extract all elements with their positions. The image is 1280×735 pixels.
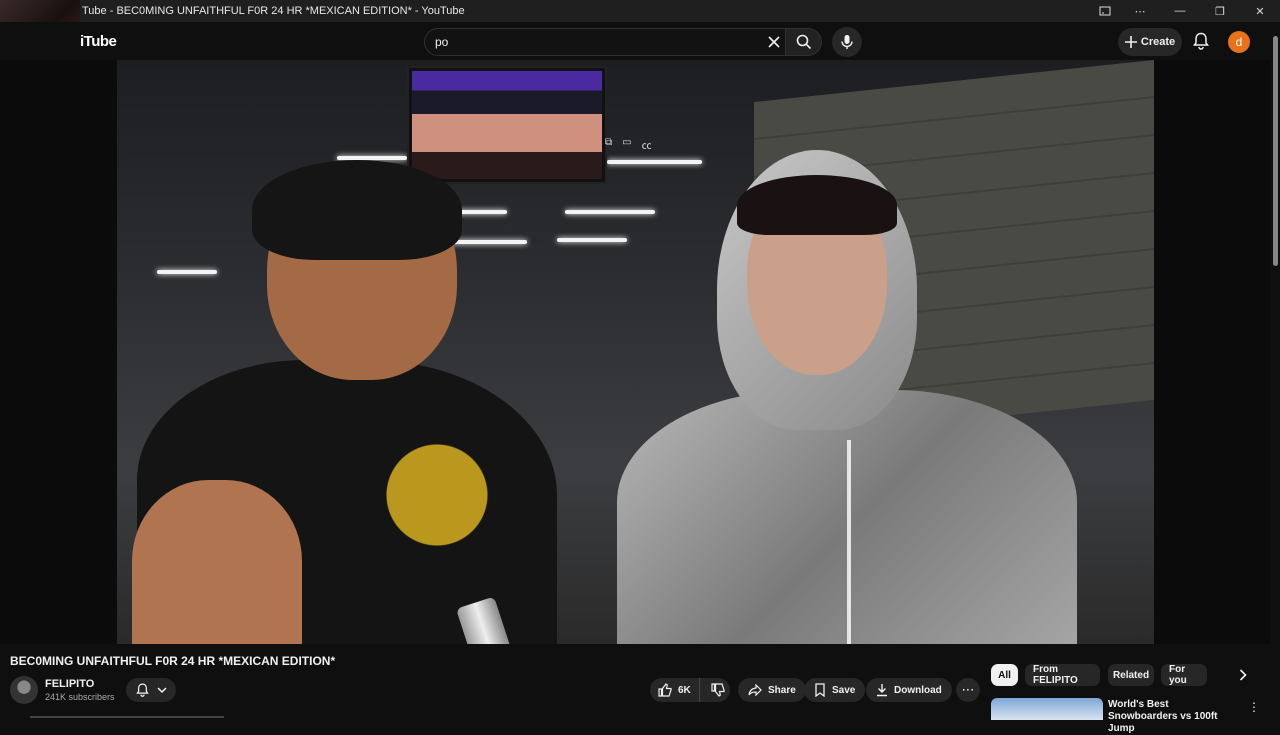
chevron-down-icon: [156, 687, 167, 694]
search-button[interactable]: [786, 28, 822, 56]
scrollbar-thumb[interactable]: [1273, 36, 1278, 266]
chip-for-you[interactable]: For you: [1161, 664, 1207, 686]
hoodie-zipper: [847, 440, 851, 644]
wall-tv: [407, 66, 607, 184]
clear-search-icon[interactable]: [765, 33, 783, 51]
shirt-print: [347, 430, 527, 560]
person-right: [617, 150, 1077, 644]
page-scrollbar[interactable]: [1270, 30, 1280, 720]
share-button[interactable]: Share: [738, 678, 806, 702]
theater-icon[interactable]: ▭: [622, 137, 631, 152]
plus-icon: [1124, 36, 1137, 48]
cast-icon[interactable]: [1090, 0, 1120, 22]
download-button[interactable]: Download: [866, 678, 952, 702]
miniplayer-icon[interactable]: ⧉: [605, 137, 612, 152]
hair: [737, 175, 897, 235]
window-titlebar: Tube - BEC0MING UNFAITHFUL F0R 24 HR *ME…: [0, 0, 1280, 48]
window-title: Tube - BEC0MING UNFAITHFUL F0R 24 HR *ME…: [82, 5, 465, 17]
chip-from-channel[interactable]: From FELIPITO: [1025, 664, 1100, 686]
subscribed-button[interactable]: [126, 678, 176, 702]
like-count: 6K: [678, 684, 691, 696]
subtitles-icon[interactable]: ㏄: [642, 137, 652, 152]
recommendation-thumbnail[interactable]: [991, 698, 1103, 720]
window-minimize-button[interactable]: —: [1160, 0, 1200, 22]
masthead: iTube Create d: [0, 22, 1280, 60]
tv-screen: [412, 71, 602, 179]
like-dislike-group: 6K: [650, 678, 730, 702]
bookmark-icon: [815, 683, 825, 697]
recommendation-title[interactable]: World's Best Snowboarders vs 100ft Jump: [1108, 699, 1238, 735]
window-controls: ⋯ — ❐ ✕: [1090, 0, 1280, 22]
create-button[interactable]: Create: [1118, 28, 1182, 56]
save-label: Save: [832, 684, 856, 696]
thumbs-up-icon: [658, 683, 672, 697]
channel-avatar[interactable]: [10, 676, 38, 704]
subscriber-count: 241K subscribers: [45, 692, 115, 702]
download-label: Download: [894, 684, 942, 696]
more-horizontal-icon: ⋯: [961, 682, 975, 697]
player-overlay-controls: ⧉ ▭ ㏄: [605, 137, 652, 152]
youtube-logo[interactable]: iTube: [80, 33, 117, 50]
chip-related[interactable]: Related: [1108, 664, 1154, 686]
download-icon: [877, 684, 887, 697]
window-close-button[interactable]: ✕: [1240, 0, 1280, 22]
notifications-button[interactable]: [1189, 29, 1213, 53]
person-left: [117, 160, 557, 644]
search-box[interactable]: [424, 28, 786, 56]
like-button[interactable]: 6K: [650, 678, 700, 702]
chips-next-button[interactable]: [1234, 666, 1252, 684]
search-input[interactable]: [435, 35, 735, 49]
hair: [252, 160, 462, 260]
video-player[interactable]: ⧉ ▭ ㏄: [0, 60, 1270, 644]
thumbs-down-icon: [711, 683, 725, 697]
bell-icon: [135, 683, 149, 697]
search-icon: [796, 34, 811, 50]
share-icon: [748, 684, 762, 696]
recommendation-menu-icon[interactable]: ⋮: [1248, 700, 1260, 714]
window-restore-button[interactable]: ❐: [1200, 0, 1240, 22]
dislike-button[interactable]: [706, 678, 730, 702]
chevron-right-icon: [1239, 669, 1247, 681]
window-menu-button[interactable]: ⋯: [1120, 0, 1160, 22]
create-label: Create: [1140, 36, 1176, 48]
bell-icon: [1193, 32, 1209, 50]
save-button[interactable]: Save: [804, 678, 866, 702]
chip-all[interactable]: All: [991, 664, 1018, 686]
voice-search-button[interactable]: [832, 27, 862, 57]
microphone-icon: [841, 35, 853, 49]
share-label: Share: [768, 684, 796, 696]
page-scroll-strip: [30, 716, 224, 718]
channel-name[interactable]: FELIPITO: [45, 678, 94, 690]
account-avatar[interactable]: d: [1228, 31, 1250, 53]
arm: [132, 480, 302, 644]
video-title: BEC0MING UNFAITHFUL F0R 24 HR *MEXICAN E…: [10, 654, 336, 668]
more-actions-button[interactable]: ⋯: [956, 678, 980, 702]
